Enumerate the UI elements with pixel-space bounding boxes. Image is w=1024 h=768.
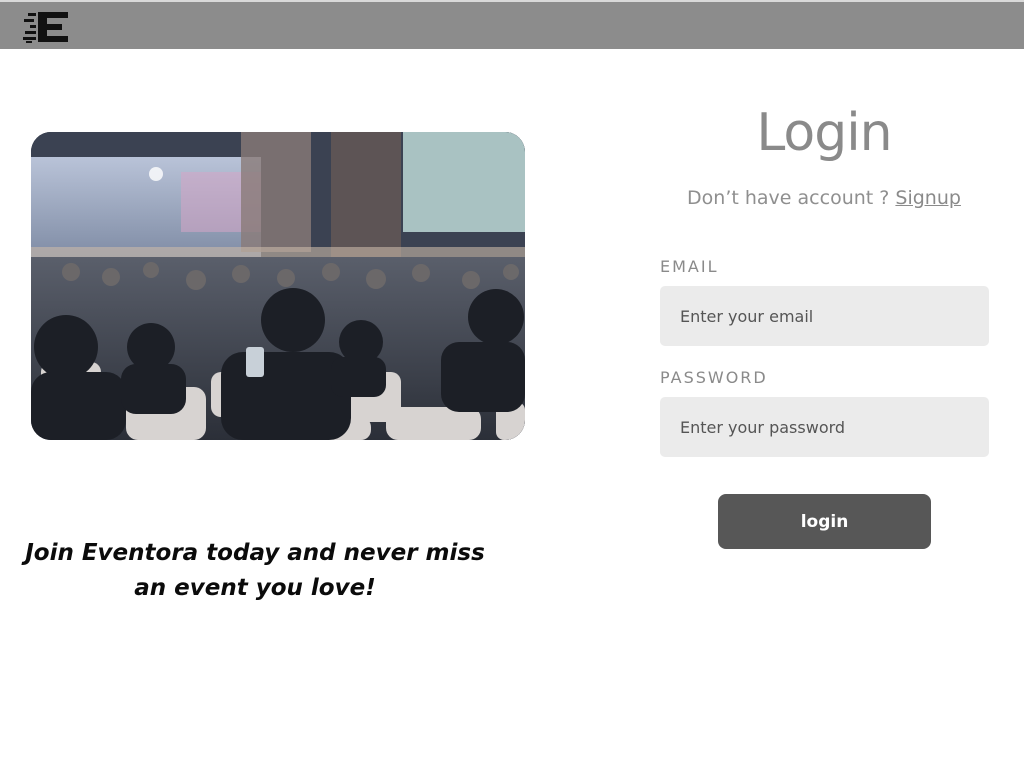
page-title: Login xyxy=(756,103,892,163)
tagline-line-1: Join Eventora today and never miss xyxy=(25,540,485,566)
signup-prompt: Don’t have account ? Signup xyxy=(660,187,988,209)
hero-tagline: Join Eventora today and never miss an ev… xyxy=(20,536,490,606)
tagline-line-2: an event you love! xyxy=(134,575,376,601)
login-button[interactable]: login xyxy=(718,494,931,549)
password-field[interactable] xyxy=(660,397,989,457)
email-field[interactable] xyxy=(660,286,989,346)
signup-prompt-text: Don’t have account ? xyxy=(687,187,890,209)
password-label: PASSWORD xyxy=(660,368,768,387)
signup-link[interactable]: Signup xyxy=(895,187,961,209)
top-navbar xyxy=(0,0,1024,49)
eventora-logo-icon[interactable] xyxy=(22,10,70,44)
conference-audience-photo xyxy=(31,132,525,440)
email-label: EMAIL xyxy=(660,257,719,276)
